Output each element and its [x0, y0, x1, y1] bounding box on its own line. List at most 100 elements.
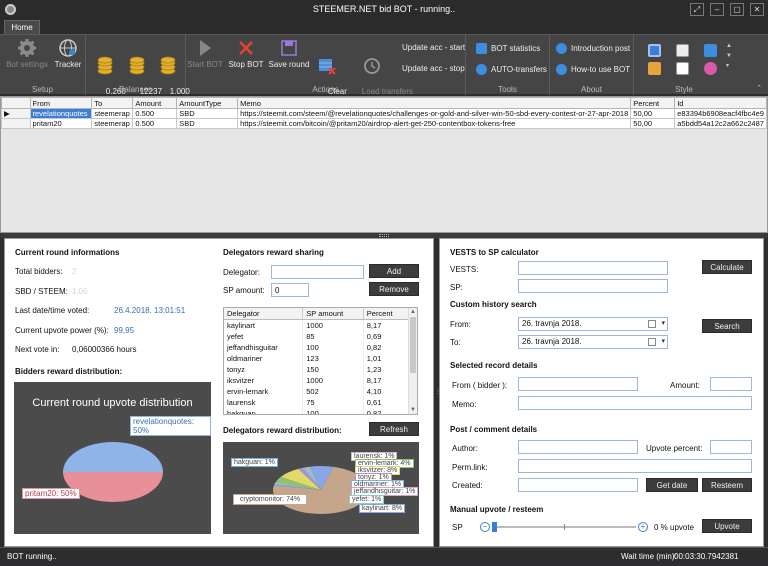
scroll-thumb[interactable] — [410, 317, 416, 373]
how-to-button[interactable]: How-to use BOT — [556, 64, 630, 75]
minimize-button[interactable]: – — [710, 3, 724, 16]
grid-cell[interactable]: https://steemit.com/bitcoin/@pritam20/ai… — [237, 118, 632, 129]
delegator-cell: 100 — [302, 341, 364, 353]
chevron-down-icon[interactable]: ▾ — [661, 319, 665, 327]
list-item[interactable]: jeffandhisguitar 100 0,82 — [224, 341, 410, 353]
close-button[interactable]: ✕ — [750, 3, 764, 16]
refresh-button[interactable]: Refresh — [369, 422, 419, 436]
add-button[interactable]: Add — [369, 264, 419, 278]
grid-cell[interactable]: 0.500 — [132, 118, 178, 129]
calendar-icon[interactable] — [648, 320, 656, 328]
search-button[interactable]: Search — [702, 319, 752, 333]
tracker-button[interactable]: Tracker — [52, 38, 84, 69]
history-from-date[interactable]: 26. travnja 2018. ▾ — [518, 317, 668, 331]
grid-header-percent[interactable]: Percent — [630, 97, 676, 109]
grid-header-amount[interactable]: Amount — [132, 97, 178, 109]
record-from-input[interactable] — [518, 377, 638, 391]
post-upvote-percent-input[interactable] — [710, 440, 752, 454]
slider-thumb[interactable] — [492, 522, 497, 532]
grid-cell[interactable]: 50,00 — [630, 118, 676, 129]
style-office-icon[interactable] — [704, 44, 717, 57]
sp-input[interactable] — [518, 279, 668, 293]
list-item[interactable]: ervin-lemark 502 4,10 — [224, 385, 410, 397]
post-author-input[interactable] — [518, 440, 638, 454]
resteem-button[interactable]: Resteem — [702, 478, 752, 492]
grid-cell[interactable]: 0.500 — [132, 108, 178, 119]
collapse-ribbon-icon[interactable]: ⌃ — [756, 84, 762, 92]
table-row[interactable]: pritam20 steemerap 0.500 SBD https://steemit… — [1, 118, 767, 129]
delegator-input[interactable] — [271, 265, 364, 279]
post-permlink-input[interactable] — [518, 459, 752, 473]
delegators-header-cell[interactable]: Delegator — [224, 308, 304, 320]
style-light-icon[interactable] — [676, 62, 689, 75]
tab-home[interactable]: Home — [4, 20, 40, 34]
delegators-header-cell[interactable]: SP amount — [302, 308, 364, 320]
list-item[interactable]: tonyz 150 1,23 — [224, 363, 410, 375]
list-item[interactable]: kaylinart 1000 8,17 — [224, 319, 410, 331]
grid-header-to[interactable]: To — [91, 97, 134, 109]
grid-cell[interactable]: steemerap — [91, 108, 134, 119]
post-created-input[interactable] — [518, 478, 638, 492]
row-header[interactable]: ▶ — [1, 108, 31, 119]
slider-minus-icon[interactable]: − — [480, 522, 490, 532]
style-white-icon[interactable] — [676, 44, 689, 57]
remove-button[interactable]: Remove — [369, 282, 419, 296]
status-bar: BOT running.. Wait time (min): 00:03:30.… — [0, 547, 768, 566]
grid-cell[interactable]: steemerap — [91, 118, 134, 129]
record-memo-input[interactable] — [518, 396, 752, 410]
row-header[interactable] — [1, 118, 31, 129]
intro-post-button[interactable]: Introduction post — [556, 43, 630, 54]
start-bot-button[interactable]: Start BOT — [187, 38, 223, 69]
style-orange-icon[interactable] — [648, 62, 661, 75]
grid-header-id[interactable]: Id — [674, 97, 767, 109]
grid-cell[interactable]: https://steemit.com/steem/@revelationquo… — [237, 108, 632, 119]
delegators-header-cell[interactable]: Percent — [363, 308, 410, 320]
chevron-down-icon[interactable]: ▾ — [661, 337, 665, 345]
table-row[interactable]: ▶ revelationquotes steemerap 0.500 SBD https:… — [1, 108, 767, 119]
scroll-down-icon[interactable]: ▼ — [409, 406, 417, 414]
grid-header-amounttype[interactable]: AmountType — [176, 97, 239, 109]
grid-header-memo[interactable]: Memo — [237, 97, 632, 109]
grid-cell[interactable]: a5bdd54a12c2a662c2487 — [674, 118, 767, 129]
delegators-scrollbar[interactable]: ▲ ▼ — [408, 308, 417, 414]
grid-header-from[interactable]: From — [29, 97, 93, 109]
grid-cell[interactable]: 50,00 — [630, 108, 676, 119]
vertical-splitter-grip[interactable]: ⋮ — [435, 388, 441, 395]
get-date-button[interactable]: Get date — [646, 478, 698, 492]
upvote-button[interactable]: Upvote — [702, 519, 752, 533]
calendar-icon[interactable] — [648, 338, 656, 346]
delegator-cell: kaylinart — [224, 319, 304, 331]
save-round-button[interactable]: Save round — [268, 38, 310, 69]
upvote-slider[interactable]: − + — [480, 521, 648, 533]
grid-cell[interactable]: pritam20 — [29, 118, 93, 129]
update-acc-stop-button[interactable]: Update acc - stop — [402, 64, 465, 73]
list-item[interactable]: iksvitzer 1000 8,17 — [224, 374, 410, 386]
vests-input[interactable] — [518, 261, 668, 275]
scroll-up-icon[interactable]: ▲ — [409, 308, 417, 316]
auto-transfers-button[interactable]: AUTO-transfers — [476, 64, 547, 75]
style-blue-icon[interactable] — [648, 44, 661, 57]
update-acc-start-button[interactable]: Update acc - start — [402, 43, 465, 52]
history-to-date[interactable]: 26. travnja 2018. ▾ — [518, 335, 668, 349]
bot-statistics-button[interactable]: BOT statistics — [476, 43, 540, 54]
slider-plus-icon[interactable]: + — [638, 522, 648, 532]
bot-settings-button[interactable]: Bot settings — [4, 38, 50, 69]
fullscreen-icon[interactable]: ⤢ — [690, 3, 704, 16]
grid-cell[interactable]: revelationquotes — [29, 108, 93, 119]
record-amount-input[interactable] — [710, 377, 752, 391]
calculate-button[interactable]: Calculate — [702, 260, 752, 274]
grid-cell[interactable]: SBD — [176, 118, 239, 129]
list-item[interactable]: hakguan 100 0,82 — [224, 407, 410, 414]
grid-cell[interactable]: e83394b6908eacf4fbc4e9 — [674, 108, 767, 119]
style-gallery-scroll[interactable]: ▲ ▼ ▾ — [726, 41, 732, 71]
list-item[interactable]: oldmariner 123 1,01 — [224, 352, 410, 364]
list-item[interactable]: laurensk 75 0,61 — [224, 396, 410, 408]
grid-cell[interactable]: SBD — [176, 108, 239, 119]
stop-bot-button[interactable]: Stop BOT — [228, 38, 264, 69]
list-item[interactable]: yefet 85 0,69 — [224, 330, 410, 342]
grid-corner — [1, 97, 31, 109]
sp-amount-input[interactable] — [271, 283, 309, 297]
maximize-button[interactable]: ▢ — [730, 3, 744, 16]
update-acc-start-label: Update acc - start — [402, 43, 466, 52]
style-pink-icon[interactable] — [704, 62, 717, 75]
